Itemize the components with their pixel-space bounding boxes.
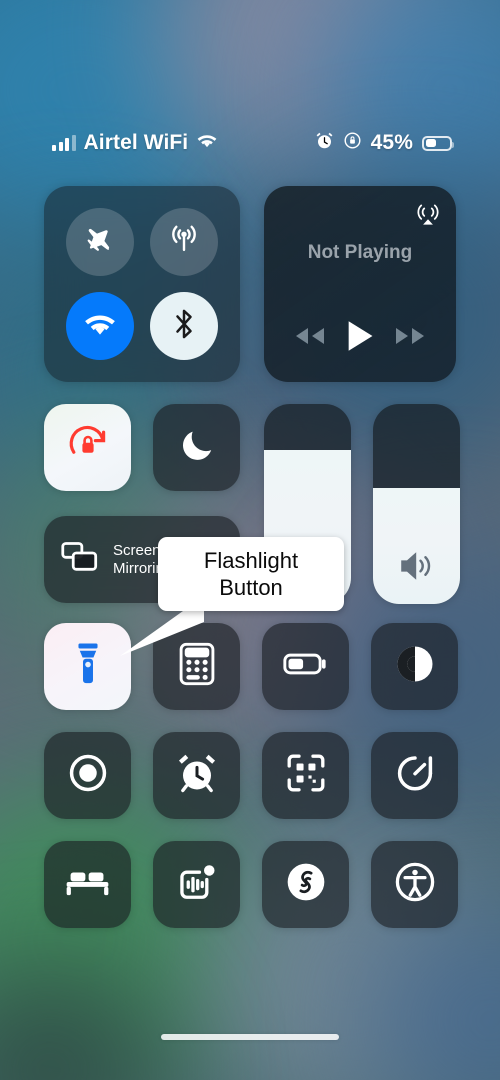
- alarm-button[interactable]: [153, 732, 240, 819]
- fast-forward-button[interactable]: [393, 325, 427, 352]
- airplane-icon: [84, 224, 116, 261]
- wifi-icon: [83, 311, 117, 342]
- battery-percent-label: 45%: [370, 131, 413, 154]
- code-scanner-button[interactable]: [262, 732, 349, 819]
- carrier-label: Airtel WiFi: [83, 131, 189, 154]
- bed-icon: [65, 865, 111, 904]
- wifi-button[interactable]: [66, 292, 134, 360]
- connectivity-module: [44, 186, 240, 382]
- low-power-mode-button[interactable]: [262, 623, 349, 710]
- contrast-circle-icon: [394, 643, 436, 690]
- callout-line2: Button: [219, 575, 283, 600]
- screen-mirroring-icon: [60, 540, 100, 579]
- cellular-antenna-icon: [167, 223, 201, 262]
- now-playing-title: Not Playing: [307, 242, 413, 263]
- callout-line1: Flashlight: [203, 548, 299, 573]
- accessibility-button[interactable]: [371, 841, 458, 928]
- battery-icon: [282, 651, 329, 682]
- status-bar-right: 45%: [315, 131, 454, 155]
- now-playing-module[interactable]: Not Playing: [264, 186, 456, 382]
- record-icon: [67, 752, 109, 799]
- flashlight-icon: [68, 642, 108, 691]
- cellular-bars-icon: [52, 135, 76, 151]
- media-transport-controls: [264, 319, 456, 358]
- cellular-data-button[interactable]: [150, 208, 218, 276]
- dark-mode-button[interactable]: [371, 623, 458, 710]
- shazam-button[interactable]: [262, 841, 349, 928]
- rewind-button[interactable]: [293, 325, 327, 352]
- airplane-mode-button[interactable]: [66, 208, 134, 276]
- bluetooth-icon: [169, 307, 199, 346]
- status-bar-left: Airtel WiFi: [52, 131, 218, 155]
- shazam-icon: [284, 860, 328, 909]
- sleep-mode-button[interactable]: [44, 841, 131, 928]
- speaker-wave-icon: [373, 550, 460, 582]
- flashlight-callout: Flashlight Button: [158, 537, 344, 611]
- bluetooth-button[interactable]: [150, 292, 218, 360]
- rotation-lock-button[interactable]: [44, 404, 131, 491]
- status-bar: Airtel WiFi 45%: [0, 126, 500, 160]
- home-indicator[interactable]: [161, 1034, 339, 1040]
- timer-button[interactable]: [371, 732, 458, 819]
- focus-button[interactable]: [153, 404, 240, 491]
- alarm-clock-icon: [176, 752, 218, 799]
- rotation-lock-icon: [343, 131, 362, 155]
- timer-icon: [394, 752, 436, 799]
- volume-slider[interactable]: [373, 404, 460, 604]
- airplay-audio-icon[interactable]: [414, 200, 442, 233]
- rotation-lock-icon: [64, 421, 112, 474]
- moon-icon: [177, 425, 217, 470]
- volume-slider-fill: [373, 488, 460, 604]
- qr-code-icon: [285, 752, 327, 799]
- accessibility-icon: [393, 860, 437, 909]
- sound-recognition-icon: [176, 861, 218, 908]
- battery-icon: [422, 135, 454, 151]
- alarm-clock-icon: [315, 131, 334, 155]
- wifi-icon: [196, 132, 218, 154]
- screen-recording-button[interactable]: [44, 732, 131, 819]
- sound-recognition-button[interactable]: [153, 841, 240, 928]
- play-button[interactable]: [345, 319, 375, 358]
- screen-mirroring-label-line1: Screen: [113, 541, 161, 559]
